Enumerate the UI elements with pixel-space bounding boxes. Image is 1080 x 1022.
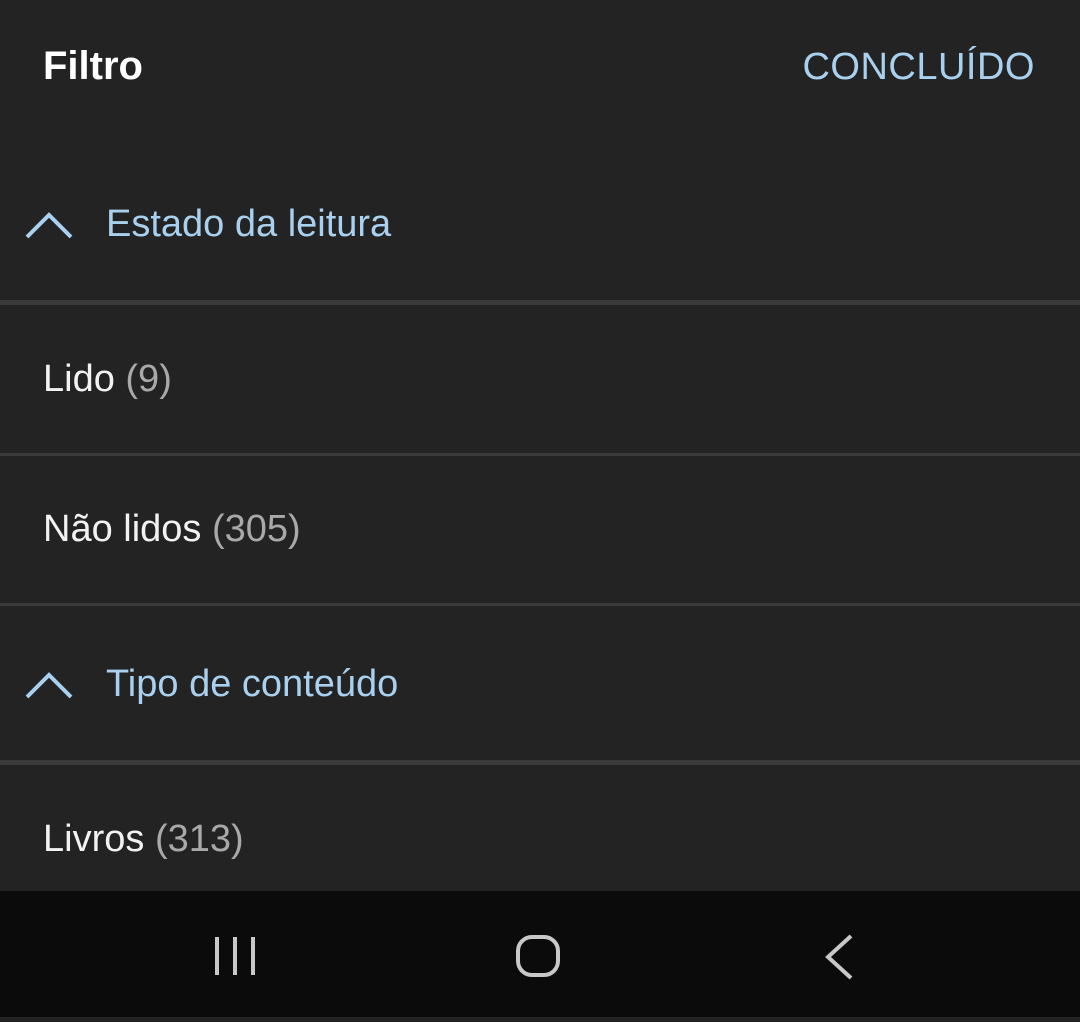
back-icon (825, 934, 853, 980)
chevron-up-icon (25, 672, 73, 699)
system-navigation-bar (0, 891, 1080, 1017)
filter-option-unread[interactable]: Não lidos (305) (0, 456, 1080, 603)
option-text: Lido (9) (43, 358, 172, 401)
home-icon (516, 935, 560, 977)
chevron-up-icon (25, 212, 73, 239)
filter-option-read[interactable]: Lido (9) (0, 306, 1080, 453)
divider (0, 300, 1080, 305)
option-count: (9) (125, 358, 172, 400)
section-header-content-type[interactable]: Tipo de conteúdo (0, 608, 1080, 758)
divider (0, 603, 1080, 606)
done-button[interactable]: CONCLUÍDO (802, 46, 1035, 89)
recent-apps-icon (215, 937, 255, 975)
back-button[interactable] (780, 891, 900, 1017)
filter-header: Filtro CONCLUÍDO (0, 0, 1080, 140)
option-text: Não lidos (305) (43, 508, 301, 551)
section-header-reading-status[interactable]: Estado da leitura (0, 150, 1080, 300)
divider (0, 760, 1080, 765)
option-count: (313) (154, 818, 244, 860)
section-label: Tipo de conteúdo (106, 663, 399, 705)
page-title: Filtro (43, 44, 143, 88)
option-label: Não lidos (43, 508, 202, 550)
option-count: (305) (211, 508, 301, 550)
recent-apps-button[interactable] (175, 891, 295, 1017)
option-label: Lido (43, 358, 115, 400)
option-label: Livros (43, 818, 145, 860)
section-label: Estado da leitura (106, 203, 392, 245)
option-text: Livros (313) (43, 818, 244, 861)
home-button[interactable] (477, 891, 597, 1017)
